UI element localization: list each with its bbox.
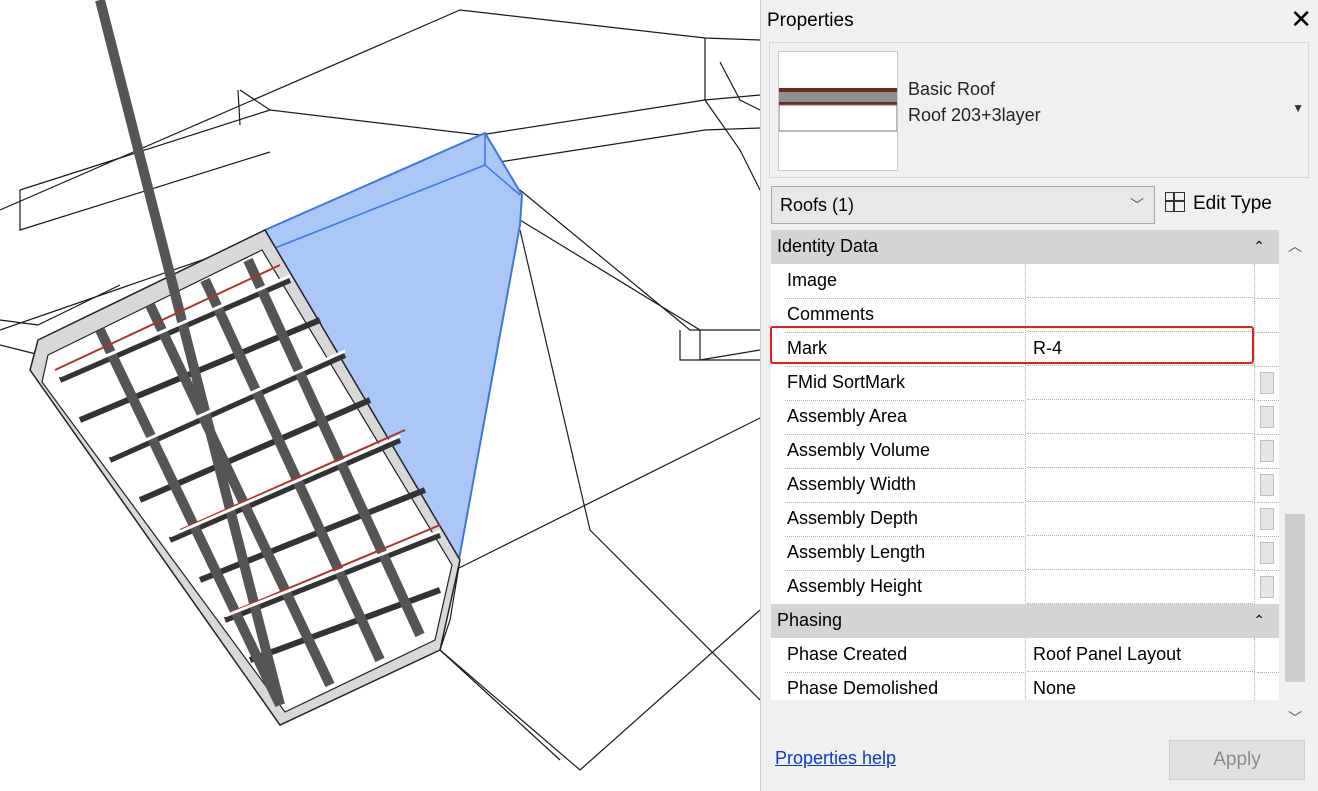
category-filter-dropdown[interactable]: Roofs (1) ﹀ — [771, 186, 1155, 224]
property-label: Phase Created — [787, 644, 908, 664]
property-row[interactable]: Assembly Length — [771, 536, 1279, 571]
roof-type-thumbnail — [778, 51, 898, 171]
property-row-mark[interactable]: Mark R-4 — [771, 332, 1279, 367]
property-label: Assembly Depth — [787, 508, 919, 528]
property-row[interactable]: Phase Created Roof Panel Layout — [771, 638, 1279, 673]
triangle-down-icon[interactable]: ▼ — [1292, 101, 1304, 115]
scroll-up-icon[interactable]: ︿ — [1288, 236, 1302, 256]
property-row[interactable]: Assembly Height — [771, 570, 1279, 605]
properties-grid: Identity Data ⌃ Image Comments Mark R-4 … — [771, 230, 1279, 700]
scroll-down-icon[interactable]: ﹀ — [1288, 708, 1302, 728]
type-family-name: Basic Roof — [908, 79, 996, 99]
property-value[interactable] — [1027, 400, 1255, 434]
property-row[interactable]: Comments — [771, 298, 1279, 333]
property-value[interactable] — [1027, 264, 1255, 298]
chevron-down-icon: ﹀ — [1130, 197, 1144, 213]
mark-value-field[interactable]: R-4 — [1027, 332, 1255, 366]
param-button[interactable] — [1260, 372, 1274, 394]
property-row[interactable]: Image — [771, 264, 1279, 299]
group-title: Identity Data — [777, 236, 879, 256]
param-button[interactable] — [1260, 406, 1274, 428]
close-icon[interactable]: ✕ — [1290, 4, 1312, 34]
property-label: Assembly Volume — [787, 440, 931, 460]
property-row[interactable]: Assembly Depth — [771, 502, 1279, 537]
group-header-phasing[interactable]: Phasing ⌃ — [771, 604, 1279, 638]
property-value[interactable] — [1027, 502, 1255, 536]
property-value[interactable] — [1027, 434, 1255, 468]
edit-type-button[interactable]: Edit Type — [1165, 186, 1272, 224]
property-value[interactable] — [1027, 468, 1255, 502]
property-label: FMid SortMark — [787, 372, 906, 392]
property-value[interactable] — [1027, 366, 1255, 400]
properties-palette: Properties ✕ Basic Roof Roof 203+3layer … — [760, 0, 1318, 791]
type-name: Roof 203+3layer — [908, 105, 1041, 125]
property-value[interactable]: None — [1027, 672, 1255, 700]
property-label: Assembly Width — [787, 474, 917, 494]
property-label: Image — [787, 270, 838, 290]
edit-type-icon — [1165, 192, 1185, 212]
edit-type-label: Edit Type — [1193, 193, 1272, 214]
type-selector[interactable]: Basic Roof Roof 203+3layer ▼ — [769, 42, 1309, 178]
property-label: Assembly Area — [787, 406, 908, 426]
param-button[interactable] — [1260, 542, 1274, 564]
param-button[interactable] — [1260, 508, 1274, 530]
model-viewport[interactable] — [0, 0, 760, 791]
property-label: Mark — [787, 338, 827, 358]
palette-title: Properties — [767, 10, 854, 31]
property-row[interactable]: Assembly Area — [771, 400, 1279, 435]
property-value[interactable]: Roof Panel Layout — [1027, 638, 1255, 672]
grid-scrollbar[interactable]: ︿ ﹀ — [1281, 230, 1309, 734]
group-title: Phasing — [777, 610, 843, 630]
properties-help-link[interactable]: Properties help — [775, 748, 896, 769]
property-label: Assembly Length — [787, 542, 926, 562]
apply-button[interactable]: Apply — [1169, 740, 1305, 780]
property-value[interactable] — [1027, 536, 1255, 570]
scrollbar-thumb[interactable] — [1285, 514, 1305, 682]
property-value[interactable] — [1027, 298, 1255, 332]
filter-selected-value: Roofs (1) — [780, 195, 855, 215]
property-label: Phase Demolished — [787, 678, 939, 698]
property-row[interactable]: Assembly Width — [771, 468, 1279, 503]
collapse-icon[interactable]: ⌃ — [1253, 230, 1265, 263]
property-label: Assembly Height — [787, 576, 923, 596]
param-button[interactable] — [1260, 576, 1274, 598]
property-label: Comments — [787, 304, 875, 324]
property-row[interactable]: Assembly Volume — [771, 434, 1279, 469]
property-value[interactable] — [1027, 570, 1255, 604]
roof-3d-view[interactable] — [0, 0, 760, 791]
property-row[interactable]: Phase Demolished None — [771, 672, 1279, 700]
property-row[interactable]: FMid SortMark — [771, 366, 1279, 401]
group-header-identity-data[interactable]: Identity Data ⌃ — [771, 230, 1279, 264]
collapse-icon[interactable]: ⌃ — [1253, 604, 1265, 637]
param-button[interactable] — [1260, 440, 1274, 462]
param-button[interactable] — [1260, 474, 1274, 496]
